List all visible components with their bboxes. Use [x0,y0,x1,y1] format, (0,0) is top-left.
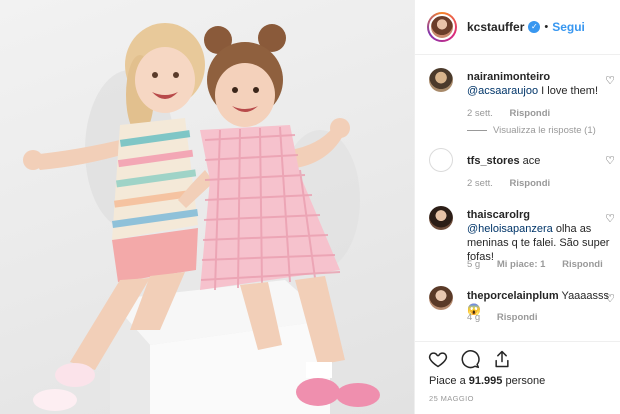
post-actions: Piace a 91.995 persone 25 MAGGIO [415,341,620,414]
comment-mention[interactable]: @heloisapanzera [467,223,553,235]
comment-meta: 4 g Rispondi [467,312,552,323]
comment-heart-icon[interactable]: ♡ [605,212,615,225]
likes-summary[interactable]: Piace a 91.995 persone [429,375,545,387]
author-avatar[interactable] [427,12,457,42]
likes-count: 91.995 [468,375,503,387]
comment-likes-count[interactable]: Mi piace: 1 [497,259,546,270]
commenter-username[interactable]: tfs_stores [467,155,520,167]
header-separator: • [544,21,549,33]
comment-mention[interactable]: @acsaaraujoo [467,85,538,97]
likes-suffix: persone [505,375,546,387]
author-username[interactable]: kcstauffer [467,20,524,34]
comment-text: thaiscarolrg @heloisapanzera olha as men… [467,208,617,264]
comment-time: 5 g [467,259,481,270]
photo-illustration [23,23,380,414]
action-icons [427,348,513,370]
comment-item: tfs_stores ace ♡ 2 sett. Rispondi [429,148,615,208]
heart-icon[interactable] [427,348,449,370]
reply-button[interactable]: Rispondi [510,178,551,189]
comment-icon[interactable] [459,348,481,370]
post-header: kcstauffer ✓ • Segui [415,0,620,55]
comment-message: ace [519,155,541,167]
post-photo[interactable] [0,0,414,414]
comment-text: tfs_stores ace [467,154,617,168]
commenter-avatar[interactable] [429,68,453,92]
commenter-avatar[interactable] [429,286,453,310]
author-avatar-image [429,14,455,40]
likes-prefix: Piace a [429,375,466,387]
comment-time: 2 sett. [467,178,493,189]
share-icon[interactable] [491,348,513,370]
comments-list[interactable]: nairanimonteiro @acsaaraujoo I love them… [415,56,620,341]
commenter-username[interactable]: theporcelainplum [467,290,559,302]
comment-meta: 5 g Mi piace: 1 Rispondi [467,259,617,270]
comment-text: nairanimonteiro @acsaaraujoo I love them… [467,70,617,98]
comment-item: nairanimonteiro @acsaaraujoo I love them… [429,68,615,148]
comment-time: 4 g [467,312,481,323]
post-date: 25 MAGGIO [429,394,474,403]
comment-item: theporcelainplum Yaaaasss 😱 ♡ 4 g Rispon… [429,286,615,341]
follow-button[interactable]: Segui [552,20,585,34]
comment-heart-icon[interactable]: ♡ [605,74,615,87]
reply-button[interactable]: Rispondi [562,259,603,270]
comment-message: I love them! [538,85,599,97]
verified-badge-icon: ✓ [528,21,541,33]
comment-meta: 2 sett. Rispondi [467,178,564,189]
commenter-avatar[interactable] [429,148,453,172]
reply-button[interactable]: Rispondi [497,312,538,323]
comment-time: 2 sett. [467,108,493,119]
comment-item: thaiscarolrg @heloisapanzera olha as men… [429,206,615,286]
comment-meta: 2 sett. Rispondi [467,108,564,119]
commenter-avatar[interactable] [429,206,453,230]
comment-heart-icon[interactable]: ♡ [605,292,615,305]
view-replies-button[interactable]: Visualizza le risposte (1) [467,125,596,136]
commenter-username[interactable]: thaiscarolrg [467,209,530,221]
commenter-username[interactable]: nairanimonteiro [467,71,550,83]
reply-button[interactable]: Rispondi [510,108,551,119]
post-sidebar: kcstauffer ✓ • Segui nairanimonteiro @ac… [414,0,620,414]
comment-heart-icon[interactable]: ♡ [605,154,615,167]
